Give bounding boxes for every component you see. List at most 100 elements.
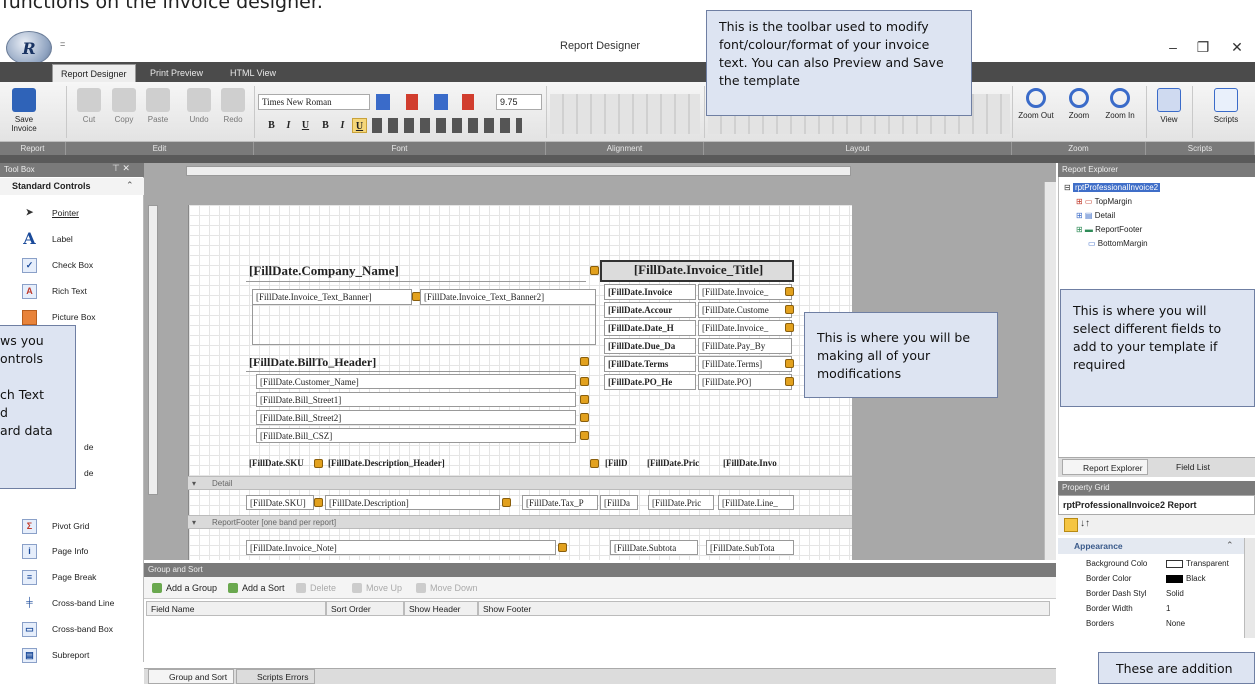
header-invoice-total[interactable]: [FillDate.Invo: [720, 456, 792, 471]
scripts-button[interactable]: Scripts: [1206, 85, 1246, 140]
column-sort-order[interactable]: Sort Order: [326, 601, 404, 616]
header-sku[interactable]: [FillDate.SKU: [246, 456, 314, 471]
smart-tag-icon[interactable]: [580, 377, 589, 386]
detail-qty[interactable]: [FillDa: [600, 495, 638, 510]
bold-button[interactable]: B: [264, 118, 279, 133]
toolbox-pin-close-icon[interactable]: ⊤ ✕: [112, 163, 130, 174]
delete-button[interactable]: Delete: [294, 581, 336, 595]
toolbox-item-pivot-grid[interactable]: Σ Pivot Grid: [0, 516, 144, 536]
copy-button[interactable]: Copy: [107, 85, 141, 140]
smart-tag-icon[interactable]: [785, 287, 794, 296]
zoom-in-button[interactable]: Zoom In: [1100, 85, 1140, 140]
collapse-icon[interactable]: ⌃: [126, 180, 134, 191]
toolbox-item-subreport[interactable]: ▤ Subreport: [0, 645, 144, 665]
app-logo-icon[interactable]: R: [6, 31, 52, 65]
zoom-button[interactable]: Zoom: [1062, 85, 1096, 140]
band-collapse-icon[interactable]: ▾: [192, 477, 196, 491]
tab-scripts-errors[interactable]: Scripts Errors: [236, 669, 316, 684]
tree-item-topmargin[interactable]: ⊞ ▭ TopMargin: [1076, 196, 1132, 208]
tree-item-bottommargin[interactable]: ▭ BottomMargin: [1088, 238, 1148, 250]
footer-subtotal-value[interactable]: [FillDate.SubTota: [706, 540, 794, 555]
property-scrollbar[interactable]: [1244, 538, 1255, 638]
footer-subtotal-label[interactable]: [FillDate.Subtota: [610, 540, 698, 555]
toolbox-item-rich-text[interactable]: A Rich Text: [0, 281, 144, 301]
toolbox-item-checkbox[interactable]: ✓ Check Box: [0, 255, 144, 275]
toolbox-item-page-break[interactable]: ≡ Page Break: [0, 567, 144, 587]
detail-band[interactable]: ▾ Detail: [188, 476, 852, 490]
italic-button-2[interactable]: I: [335, 118, 350, 133]
font-size-select[interactable]: 9.75: [496, 94, 542, 110]
bold-button-2[interactable]: B: [318, 118, 333, 133]
right-value-1[interactable]: [FillDate.Invoice_: [698, 284, 792, 300]
design-scrollbar[interactable]: [1044, 182, 1056, 560]
view-button[interactable]: View: [1152, 85, 1186, 140]
tree-item-detail[interactable]: ⊞ ▤ Detail: [1076, 210, 1115, 222]
detail-description[interactable]: [FillDate.Description]: [325, 495, 500, 510]
smart-tag-icon[interactable]: [558, 543, 567, 552]
tab-report-designer[interactable]: Report Designer: [52, 64, 136, 82]
right-value-3[interactable]: [FillDate.Invoice_: [698, 320, 792, 336]
quick-access-icon[interactable]: =: [60, 39, 65, 49]
banner-field-2[interactable]: [FillDate.Invoice_Text_Banner2]: [420, 289, 596, 305]
tree-root[interactable]: ⊟ rptProfessionalInvoice2: [1064, 182, 1161, 194]
zoom-out-button[interactable]: Zoom Out: [1016, 85, 1056, 140]
smart-tag-icon[interactable]: [785, 323, 794, 332]
property-object-select[interactable]: rptProfessionalInvoice2 Report: [1058, 495, 1255, 515]
categorized-icon[interactable]: [1064, 518, 1078, 532]
toolbox-section-standard[interactable]: Standard Controls: [0, 178, 144, 195]
footer-invoice-note[interactable]: [FillDate.Invoice_Note]: [246, 540, 556, 555]
group-sort-grid[interactable]: [144, 616, 1056, 668]
column-show-header[interactable]: Show Header: [404, 601, 478, 616]
detail-line-total[interactable]: [FillDate.Line_: [718, 495, 794, 510]
smart-tag-icon[interactable]: [785, 377, 794, 386]
detail-price[interactable]: [FillDate.Pric: [648, 495, 714, 510]
font-name-select[interactable]: Times New Roman: [258, 94, 370, 110]
smart-tag-icon[interactable]: [314, 498, 323, 507]
smart-tag-icon[interactable]: [580, 413, 589, 422]
undo-button[interactable]: Undo: [182, 85, 216, 140]
tree-item-reportfooter[interactable]: ⊞ ▬ ReportFooter: [1076, 224, 1142, 236]
redo-button[interactable]: Redo: [216, 85, 250, 140]
restore-icon[interactable]: ❐: [1188, 36, 1218, 58]
invoice-title-field[interactable]: [FillDate.Invoice_Title]: [600, 260, 794, 282]
underline-button[interactable]: U: [298, 118, 313, 133]
right-value-5[interactable]: [FillDate.Terms]: [698, 356, 792, 372]
report-footer-band[interactable]: ▾ ReportFooter [one band per report]: [188, 515, 852, 529]
smart-tag-icon[interactable]: [785, 359, 794, 368]
smart-tag-icon[interactable]: [580, 357, 589, 366]
smart-tag-icon[interactable]: [785, 305, 794, 314]
right-label-3[interactable]: [FillDate.Date_H: [604, 320, 696, 336]
sort-az-icon[interactable]: ↓↑: [1080, 518, 1090, 529]
detail-tax[interactable]: [FillDate.Tax_P: [522, 495, 598, 510]
smart-tag-icon[interactable]: [502, 498, 511, 507]
move-up-button[interactable]: Move Up: [350, 581, 402, 595]
right-label-6[interactable]: [FillDate.PO_He: [604, 374, 696, 390]
right-label-4[interactable]: [FillDate.Due_Da: [604, 338, 696, 354]
company-name-field[interactable]: [FillDate.Company_Name]: [246, 262, 586, 282]
tab-print-preview[interactable]: Print Preview: [142, 64, 211, 82]
right-value-2[interactable]: [FillDate.Custome: [698, 302, 792, 318]
tab-group-and-sort[interactable]: Group and Sort: [148, 669, 235, 684]
smart-tag-icon[interactable]: [590, 459, 599, 468]
save-invoice-button[interactable]: Save Invoice: [3, 85, 45, 140]
banner-field-1[interactable]: [FillDate.Invoice_Text_Banner]: [252, 289, 412, 305]
cut-button[interactable]: Cut: [72, 85, 106, 140]
section-collapse-icon[interactable]: ⌃: [1226, 540, 1234, 551]
bill-line-1[interactable]: [FillDate.Customer_Name]: [256, 374, 576, 389]
add-sort-button[interactable]: Add a Sort: [226, 581, 285, 595]
alignment-icons[interactable]: [550, 94, 700, 134]
right-label-1[interactable]: [FillDate.Invoice: [604, 284, 696, 300]
smart-tag-icon[interactable]: [590, 266, 599, 275]
color-format-icons[interactable]: [376, 94, 488, 110]
detail-sku[interactable]: [FillDate.SKU]: [246, 495, 314, 510]
header-price[interactable]: [FillDate.Pric: [644, 456, 716, 471]
property-row[interactable]: Borders None: [1058, 617, 1244, 631]
toolbox-item-cross-band-line[interactable]: ╪ Cross-band Line: [0, 593, 144, 613]
move-down-button[interactable]: Move Down: [414, 581, 478, 595]
column-field-name[interactable]: Field Name: [146, 601, 326, 616]
property-section-appearance[interactable]: Appearance: [1058, 538, 1244, 554]
minimize-icon[interactable]: –: [1158, 36, 1188, 58]
toolbox-item-picture-box[interactable]: Picture Box: [0, 307, 144, 327]
header-description[interactable]: [FillDate.Description_Header]: [325, 456, 575, 471]
right-label-2[interactable]: [FillDate.Accour: [604, 302, 696, 318]
